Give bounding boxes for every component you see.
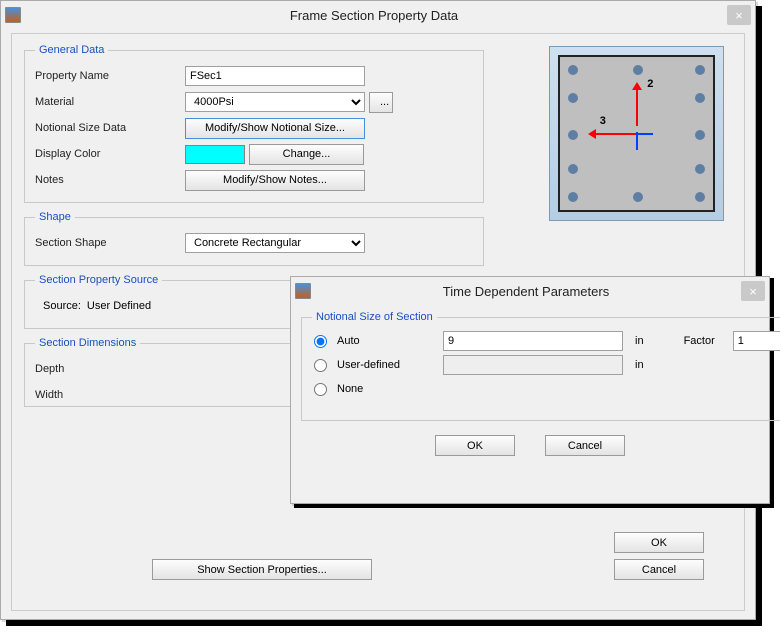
general-data-group: General Data Property Name Material 4000… <box>24 44 484 203</box>
section-shape-label: Section Shape <box>35 237 185 249</box>
auto-radio[interactable] <box>314 335 327 348</box>
shape-legend: Shape <box>35 211 75 223</box>
width-label: Width <box>35 389 185 401</box>
notional-size-label: Notional Size Data <box>35 122 185 134</box>
notional-size-legend: Notional Size of Section <box>312 311 437 323</box>
user-value-input[interactable] <box>443 355 623 375</box>
main-close-button[interactable]: × <box>727 5 751 25</box>
factor-input[interactable] <box>733 331 780 351</box>
sub-close-button[interactable]: × <box>741 281 765 301</box>
main-cancel-button[interactable]: Cancel <box>614 559 704 580</box>
auto-label: Auto <box>337 335 437 347</box>
material-browse-button[interactable]: ... <box>369 92 393 113</box>
general-legend: General Data <box>35 44 108 56</box>
depth-label: Depth <box>35 363 185 375</box>
user-defined-radio[interactable] <box>314 359 327 372</box>
material-label: Material <box>35 96 185 108</box>
notes-button[interactable]: Modify/Show Notes... <box>185 170 365 191</box>
notional-size-group: Notional Size of Section Auto in Factor … <box>301 311 780 421</box>
factor-label: Factor <box>684 335 715 347</box>
sub-title: Time Dependent Parameters <box>311 284 741 299</box>
user-unit: in <box>635 359 644 371</box>
axis-3-arrow <box>594 133 636 135</box>
axis-2-label: 2 <box>647 78 653 90</box>
sub-ok-button[interactable]: OK <box>435 435 515 456</box>
dimensions-legend: Section Dimensions <box>35 337 140 349</box>
axis-2-arrow <box>636 88 638 126</box>
main-titlebar: Frame Section Property Data × <box>1 1 755 29</box>
section-shape-select[interactable]: Concrete Rectangular <box>185 233 365 253</box>
section-preview: 2 3 <box>549 46 724 221</box>
property-name-label: Property Name <box>35 70 185 82</box>
notes-label: Notes <box>35 174 185 186</box>
none-radio[interactable] <box>314 383 327 396</box>
axis-3-label: 3 <box>600 115 606 127</box>
shape-group: Shape Section Shape Concrete Rectangular <box>24 211 484 266</box>
sub-titlebar: Time Dependent Parameters × <box>291 277 769 305</box>
auto-unit: in <box>635 335 644 347</box>
change-color-button[interactable]: Change... <box>249 144 364 165</box>
app-icon <box>5 7 21 23</box>
app-icon <box>295 283 311 299</box>
color-swatch[interactable] <box>185 145 245 164</box>
sub-cancel-button[interactable]: Cancel <box>545 435 625 456</box>
source-legend: Section Property Source <box>35 274 162 286</box>
user-defined-label: User-defined <box>337 359 437 371</box>
show-section-properties-button[interactable]: Show Section Properties... <box>152 559 372 580</box>
main-title: Frame Section Property Data <box>21 8 727 23</box>
auto-value-input[interactable] <box>443 331 623 351</box>
property-name-input[interactable] <box>185 66 365 86</box>
notional-size-button[interactable]: Modify/Show Notional Size... <box>185 118 365 139</box>
material-select[interactable]: 4000Psi <box>185 92 365 112</box>
source-value: User Defined <box>87 300 151 312</box>
main-ok-button[interactable]: OK <box>614 532 704 553</box>
none-label: None <box>337 383 363 395</box>
time-dependent-dialog: Time Dependent Parameters × Notional Siz… <box>290 276 770 504</box>
display-color-label: Display Color <box>35 148 185 160</box>
source-label: Source: <box>43 300 81 312</box>
